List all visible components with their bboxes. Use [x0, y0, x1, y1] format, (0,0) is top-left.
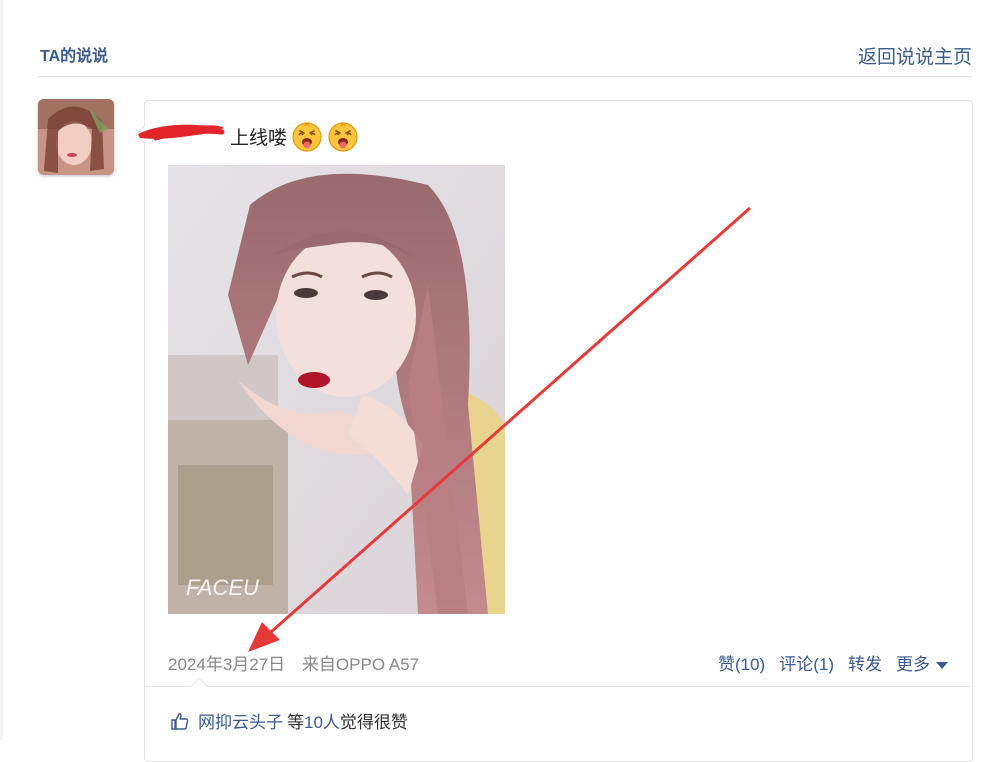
caret-down-icon	[936, 662, 948, 670]
post-actions: 赞(10) 评论(1) 转发 更多	[718, 650, 948, 675]
post-date[interactable]: 2024年3月27日	[168, 655, 285, 674]
likes-count-link[interactable]: 10人	[304, 708, 340, 733]
comment-button[interactable]: 评论(1)	[779, 650, 834, 675]
left-border	[0, 0, 3, 740]
share-button[interactable]: 转发	[848, 650, 882, 675]
likes-summary: 网抑云头子 等 10人 觉得很赞	[170, 708, 408, 733]
post-text-row: 上线喽	[230, 120, 359, 152]
likes-mid: 等	[287, 713, 304, 732]
post-text: 上线喽	[230, 127, 288, 149]
tongue-face-icon	[328, 122, 358, 152]
post-source: 来自OPPO A57	[301, 655, 420, 674]
liker-name-link[interactable]: 网抑云头子	[198, 708, 283, 733]
section-header: TA的说说 返回说说主页	[38, 36, 972, 77]
likes-divider	[145, 686, 971, 687]
photo-watermark: FACEU	[186, 575, 259, 600]
post-meta: 2024年3月27日 来自OPPO A57	[168, 650, 419, 675]
more-button[interactable]: 更多	[896, 650, 948, 675]
redacted-username	[138, 124, 225, 141]
thumbs-up-icon	[171, 712, 189, 730]
like-button[interactable]: 赞(10)	[718, 650, 765, 675]
page-title: TA的说说	[40, 48, 109, 65]
avatar[interactable]	[38, 99, 114, 175]
tongue-face-icon	[292, 122, 322, 152]
more-label: 更多	[896, 655, 930, 674]
back-to-moments-link[interactable]: 返回说说主页	[858, 42, 972, 69]
post-photo[interactable]: FACEU	[168, 165, 505, 614]
avatar-image	[38, 99, 114, 175]
likes-suffix: 觉得很赞	[339, 713, 408, 732]
